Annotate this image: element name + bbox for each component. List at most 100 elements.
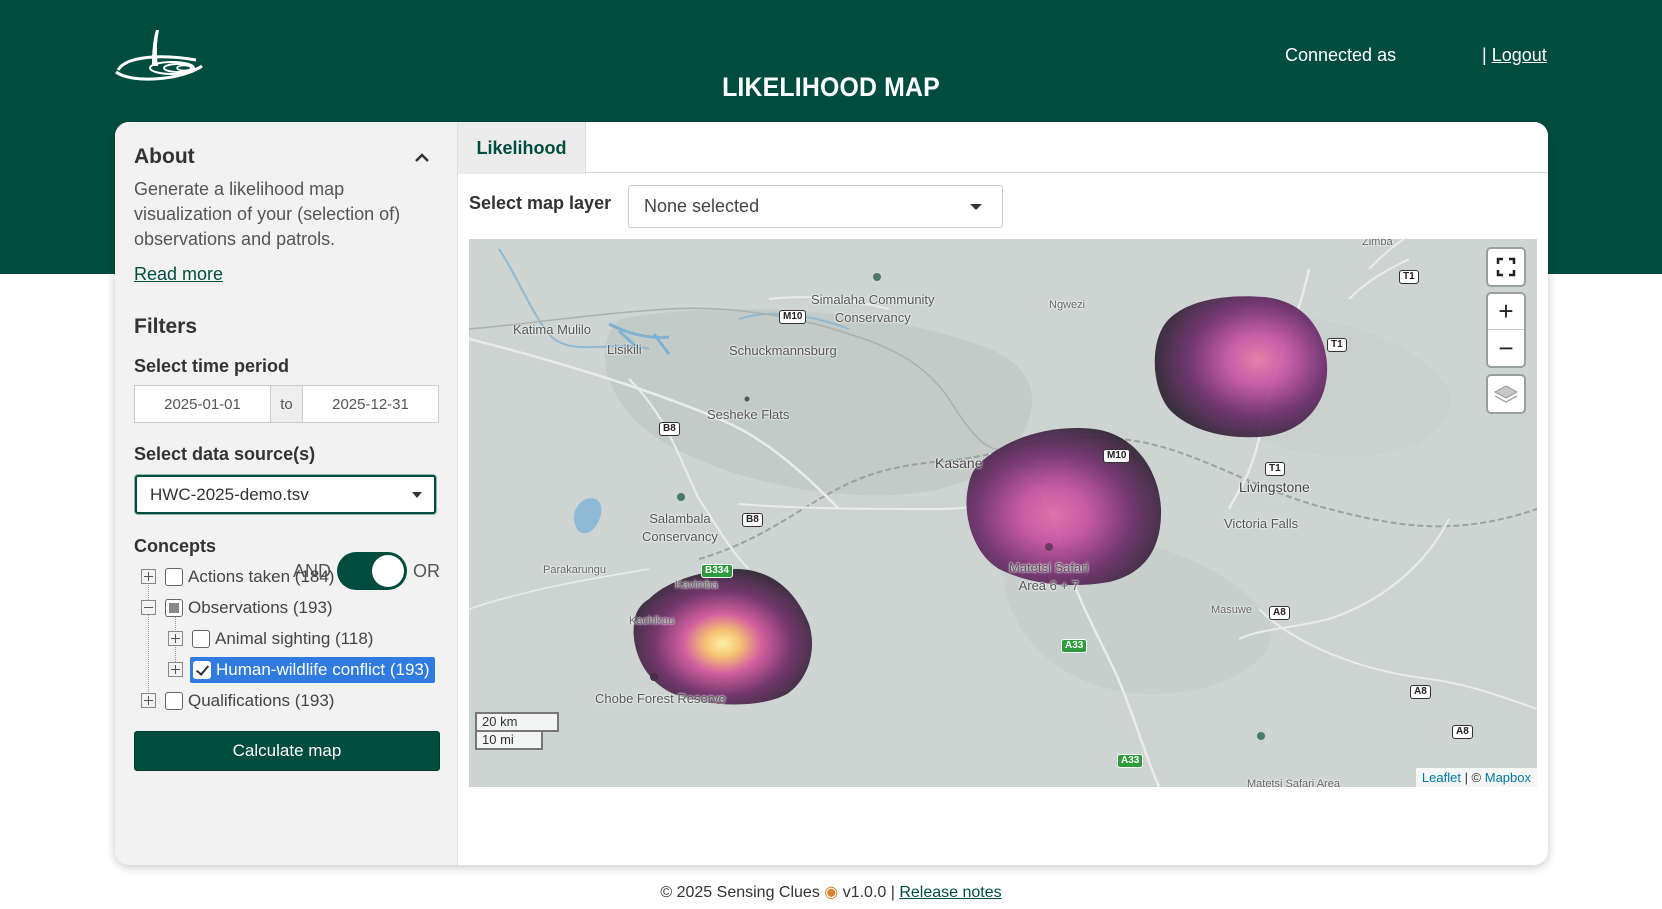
- map-label: Livingstone: [1239, 479, 1310, 495]
- road-shield: A33: [1061, 639, 1088, 653]
- checkbox[interactable]: [192, 630, 210, 648]
- data-source-value: HWC-2025-demo.tsv: [150, 484, 309, 504]
- road-shield: M10: [1103, 449, 1131, 463]
- map-label: Sesheke Flats: [707, 407, 790, 422]
- tree-item-human-wildlife-conflict[interactable]: Human-wildlife conflict (193): [190, 657, 435, 683]
- expand-icon[interactable]: [141, 569, 156, 584]
- checkbox[interactable]: [165, 568, 183, 586]
- map-label: Victoria Falls: [1224, 516, 1299, 531]
- map-label: Salambala Conservancy: [642, 511, 718, 544]
- time-period-label: Select time period: [134, 356, 290, 376]
- map-label: Matetsi Safari Area: [1247, 778, 1340, 787]
- checkbox[interactable]: [165, 692, 183, 710]
- tab-bar: Likelihood: [458, 122, 1548, 174]
- filters-title: Filters: [134, 315, 198, 338]
- scale-km: 20 km: [475, 712, 559, 732]
- map-label: Ngwezi: [1049, 299, 1086, 311]
- road-shield: T1: [1265, 462, 1285, 476]
- main-panel: Likelihood Select map layer None selecte…: [458, 122, 1548, 865]
- tree-item-observations[interactable]: Observations (193): [165, 595, 333, 621]
- tree-connector: [148, 576, 149, 698]
- road-shield: A8: [1452, 725, 1473, 739]
- map-label: Zimba: [1362, 239, 1393, 248]
- tree-item-label: Observations (193): [188, 598, 333, 617]
- tree-item-label: Actions taken (184): [188, 567, 335, 586]
- version-icon: ◉: [824, 884, 839, 901]
- tree-item-qualifications[interactable]: Qualifications (193): [165, 688, 334, 714]
- map-label: Katima Mulilo: [513, 322, 592, 337]
- expand-icon[interactable]: [168, 631, 183, 646]
- fullscreen-control[interactable]: [1486, 247, 1526, 287]
- date-to-input[interactable]: 2025-12-31: [303, 386, 438, 422]
- and-or-toggle[interactable]: [337, 552, 407, 590]
- zoom-in-button[interactable]: +: [1488, 294, 1524, 330]
- attrib-sep: | ©: [1460, 770, 1485, 785]
- map-attribution: Leaflet | © Mapbox: [1415, 768, 1537, 787]
- road-shield: M10: [779, 310, 807, 324]
- map-label: Kavimba: [675, 579, 718, 591]
- map-label: Chobe Forest Reserve: [595, 691, 726, 706]
- tree-item-label: Human-wildlife conflict (193): [216, 660, 430, 679]
- collapse-icon[interactable]: [141, 600, 156, 615]
- road-shield: A33: [1117, 754, 1144, 768]
- chevron-up-icon[interactable]: [412, 148, 432, 168]
- tab-likelihood[interactable]: Likelihood: [458, 122, 586, 174]
- scale-mi: 10 mi: [475, 732, 543, 750]
- logout-area: | Logout: [1482, 45, 1547, 66]
- zoom-out-button[interactable]: −: [1488, 330, 1524, 366]
- tree-item-label: Qualifications (193): [188, 691, 335, 710]
- road-shield: A8: [1269, 606, 1290, 620]
- page-title: LIKELIHOOD MAP: [722, 72, 940, 102]
- about-title: About: [134, 145, 195, 168]
- calculate-map-button[interactable]: Calculate map: [134, 731, 440, 771]
- or-label: OR: [413, 561, 440, 581]
- main-card: About Generate a likelihood map visualiz…: [115, 122, 1548, 865]
- logout-link[interactable]: Logout: [1492, 45, 1547, 65]
- copyright-text: © 2025 Sensing Clues: [660, 884, 820, 901]
- expand-icon[interactable]: [168, 662, 183, 677]
- map-label: Parakarungu: [543, 564, 606, 576]
- map-label: Simalaha Community Conservancy: [811, 292, 935, 325]
- tree-item-animal-sighting[interactable]: Animal sighting (118): [192, 626, 373, 652]
- map-label: Matetsi Safari Area 6 + 7: [1009, 560, 1089, 593]
- road-shield: B334: [701, 564, 733, 578]
- data-source-label: Select data source(s): [134, 444, 316, 464]
- map-label: Kasane: [935, 455, 983, 471]
- map-label: Schuckmannsburg: [729, 343, 837, 358]
- map-view[interactable]: Zimba Ngwezi Simalaha Community Conserva…: [469, 239, 1537, 787]
- read-more-link[interactable]: Read more: [134, 264, 223, 285]
- tree-item-label: Animal sighting (118): [215, 629, 374, 648]
- layers-icon[interactable]: [1488, 376, 1524, 412]
- map-layer-select[interactable]: None selected: [628, 185, 1003, 228]
- date-range: 2025-01-01 to 2025-12-31: [134, 385, 439, 423]
- version-text: v1.0.0 |: [838, 884, 900, 901]
- date-to-separator: to: [270, 386, 303, 422]
- fullscreen-icon[interactable]: [1488, 249, 1524, 285]
- road-shield: A8: [1410, 685, 1431, 699]
- map-layer-label: Select map layer: [469, 193, 612, 213]
- tree-item-actions-taken[interactable]: Actions taken (184): [165, 564, 334, 590]
- checkbox[interactable]: [165, 599, 183, 617]
- map-label: Lisikili: [607, 342, 642, 357]
- concepts-label: Concepts: [134, 536, 217, 556]
- footer: © 2025 Sensing Clues ◉ v1.0.0 | Release …: [0, 882, 1662, 902]
- about-text: Generate a likelihood map visualization …: [134, 179, 401, 249]
- map-label: Kachikau: [629, 615, 675, 627]
- checkbox-checked[interactable]: [193, 661, 211, 679]
- road-shield: B8: [742, 513, 763, 527]
- map-label: Masuwe: [1211, 604, 1252, 616]
- sidebar: About Generate a likelihood map visualiz…: [115, 122, 458, 865]
- caret-down-icon: [412, 492, 422, 498]
- road-shield: B8: [659, 422, 680, 436]
- separator: |: [1482, 45, 1487, 65]
- layers-control[interactable]: [1486, 374, 1526, 414]
- mapbox-link[interactable]: Mapbox: [1485, 770, 1531, 785]
- release-notes-link[interactable]: Release notes: [899, 884, 1001, 901]
- expand-icon[interactable]: [141, 693, 156, 708]
- date-from-input[interactable]: 2025-01-01: [135, 386, 270, 422]
- road-shield: T1: [1327, 338, 1347, 352]
- data-source-select[interactable]: HWC-2025-demo.tsv: [135, 475, 436, 514]
- map-layer-value: None selected: [644, 196, 760, 216]
- caret-down-icon: [970, 204, 982, 210]
- leaflet-link[interactable]: Leaflet: [1422, 770, 1461, 785]
